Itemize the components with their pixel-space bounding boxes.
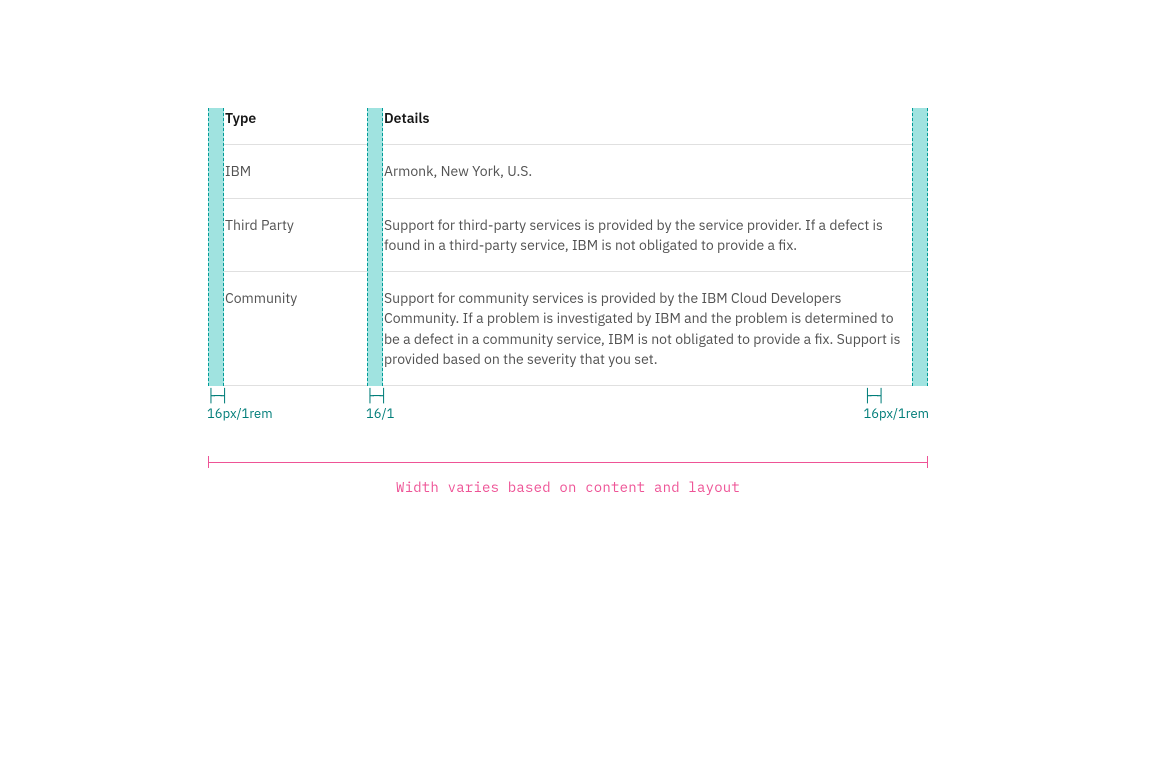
table-spec-diagram: Type Details IBM Armonk, New York, U.S. … <box>208 108 928 386</box>
table-header-row: Type Details <box>208 108 928 145</box>
cell-type: Third Party <box>225 198 367 272</box>
column-header-type: Type <box>225 108 367 145</box>
spacing-spec-label: 16/1 <box>366 405 394 422</box>
cell-details: Armonk, New York, U.S. <box>384 145 911 198</box>
measure-bar-icon: ├─┤ <box>207 390 273 403</box>
padding-highlight-middle <box>367 108 383 386</box>
width-measure-line <box>208 456 928 468</box>
padding-highlight-left <box>208 108 224 386</box>
cell-details: Support for community services is provid… <box>384 272 911 386</box>
cell-type: IBM <box>225 145 367 198</box>
spacing-spec-row: ├─┤ 16px/1rem ├─┤ 16/1 ├─┤ 16px/1rem <box>208 390 928 430</box>
spacing-spec-left: ├─┤ 16px/1rem <box>207 390 273 420</box>
cell-details: Support for third-party services is prov… <box>384 198 911 272</box>
measure-bar-icon: ├─┤ <box>366 390 394 403</box>
width-caption: Width varies based on content and layout <box>208 478 928 496</box>
spacing-spec-label: 16px/1rem <box>863 405 929 422</box>
table-row: IBM Armonk, New York, U.S. <box>208 145 928 198</box>
data-table: Type Details IBM Armonk, New York, U.S. … <box>208 108 928 386</box>
measure-bar-icon: ├─┤ <box>863 390 929 403</box>
table-row: Third Party Support for third-party serv… <box>208 198 928 272</box>
spacing-spec-label: 16px/1rem <box>207 405 273 422</box>
table-row: Community Support for community services… <box>208 272 928 386</box>
cell-type: Community <box>225 272 367 386</box>
spacing-spec-middle: ├─┤ 16/1 <box>366 390 394 420</box>
width-annotation: Width varies based on content and layout <box>208 456 928 496</box>
column-header-details: Details <box>384 108 911 145</box>
padding-highlight-right <box>912 108 928 386</box>
spacing-spec-right: ├─┤ 16px/1rem <box>863 390 929 420</box>
